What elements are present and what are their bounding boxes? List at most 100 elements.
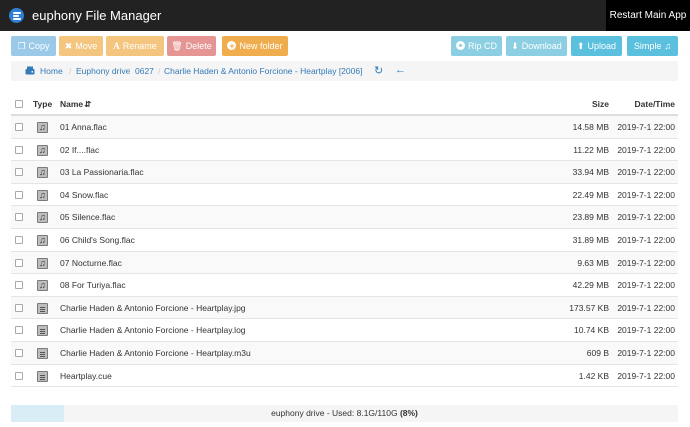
file-name[interactable]: 05 Silence.flac xyxy=(60,206,115,228)
table-row[interactable]: Charlie Haden & Antonio Forcione - Heart… xyxy=(11,296,678,320)
file-date: 2019-7-1 22:00 xyxy=(617,144,675,155)
file-date: 2019-7-1 22:00 xyxy=(617,280,675,291)
file-size: 9.63 MB xyxy=(577,257,609,268)
breadcrumb-current-folder[interactable]: Charlie Haden & Antonio Forcione - Heart… xyxy=(164,61,362,81)
file-date: 2019-7-1 22:00 xyxy=(617,189,675,200)
file-date: 2019-7-1 22:00 xyxy=(617,122,675,132)
select-all-checkbox[interactable] xyxy=(15,100,23,108)
upload-icon: ⬆ xyxy=(576,41,585,51)
music-file-icon xyxy=(37,234,48,246)
row-checkbox[interactable] xyxy=(15,326,23,335)
row-checkbox[interactable] xyxy=(15,123,23,131)
breadcrumb-euphony-drive[interactable]: Euphony drive xyxy=(76,61,130,81)
breadcrumb-separator: / xyxy=(158,66,161,76)
row-checkbox[interactable] xyxy=(15,190,23,199)
file-size: 609 B xyxy=(586,347,609,358)
app-title: euphony File Manager xyxy=(32,8,162,23)
rename-button[interactable]: A Rename xyxy=(106,36,164,56)
file-icon xyxy=(37,325,48,337)
column-header-type: Type xyxy=(33,99,53,109)
rip-cd-button[interactable]: Rip CD xyxy=(451,36,502,56)
euphony-logo-icon xyxy=(9,8,24,23)
music-file-icon xyxy=(37,257,48,269)
file-name[interactable]: 03 La Passionaria.flac xyxy=(60,161,144,183)
row-checkbox[interactable] xyxy=(15,145,23,154)
file-icon xyxy=(37,347,48,359)
drive-usage-bar: euphony drive - Used: 8.1G/110G (8%) xyxy=(11,405,678,422)
plus-circle-icon xyxy=(227,36,237,56)
file-date: 2019-7-1 22:00 xyxy=(617,167,675,178)
table-row[interactable]: Heartplay.cue 1.42 KB 2019-7-1 22:00 xyxy=(11,365,678,388)
simple-label: Simple xyxy=(633,41,662,51)
table-row[interactable]: 03 La Passionaria.flac 33.94 MB 2019-7-1 2… xyxy=(11,161,678,184)
refresh-icon[interactable]: ↻ xyxy=(374,65,383,77)
new-folder-button[interactable]: New folder xyxy=(222,36,288,56)
table-row[interactable]: 04 Snow.flac 22.49 MB 2019-7-1 22:00 xyxy=(11,184,678,207)
delete-button[interactable]: 🗑 Delete xyxy=(167,36,216,56)
file-date: 2019-7-1 22:00 xyxy=(617,347,675,358)
file-date: 2019-7-1 22:00 xyxy=(617,325,675,336)
music-note-icon: ♫ xyxy=(664,41,672,51)
drive-usage-text: euphony drive - Used: 8.1G/110G (8%) xyxy=(11,405,678,422)
column-header-name[interactable]: Name⇵ xyxy=(60,99,91,109)
restart-main-app-button[interactable]: Restart Main App xyxy=(606,0,690,31)
file-name[interactable]: Charlie Haden & Antonio Forcione - Heart… xyxy=(60,342,251,364)
file-size: 11.22 MB xyxy=(573,144,609,155)
file-date: 2019-7-1 22:00 xyxy=(617,370,675,381)
file-name[interactable]: 02 If....flac xyxy=(60,139,99,161)
music-file-icon xyxy=(37,144,48,156)
file-name[interactable]: 01 Anna.flac xyxy=(60,116,107,138)
row-checkbox[interactable] xyxy=(15,258,23,267)
table-row[interactable]: Charlie Haden & Antonio Forcione - Heart… xyxy=(11,341,678,365)
hard-drive-icon xyxy=(25,66,35,75)
row-checkbox[interactable] xyxy=(15,168,23,177)
row-checkbox[interactable] xyxy=(15,281,23,290)
file-size: 10.74 KB xyxy=(574,325,609,336)
table-row[interactable]: 02 If....flac 11.22 MB 2019-7-1 22:00 xyxy=(11,139,678,162)
music-file-icon xyxy=(37,166,48,179)
copy-button[interactable]: ❐ Copy xyxy=(11,36,56,56)
file-size: 31.89 MB xyxy=(572,234,609,245)
file-size: 173.57 KB xyxy=(569,302,609,313)
table-row[interactable]: 05 Silence.flac 23.89 MB 2019-7-1 22:00 xyxy=(11,206,678,229)
file-name[interactable]: 04 Snow.flac xyxy=(60,184,108,206)
breadcrumb-folder-0627[interactable]: 0627 xyxy=(135,61,154,81)
breadcrumb-separator: / xyxy=(69,66,72,76)
table-row[interactable]: Charlie Haden & Antonio Forcione - Heart… xyxy=(11,319,678,342)
file-name[interactable]: Heartplay.cue xyxy=(60,365,112,387)
upload-button[interactable]: ⬆ Upload xyxy=(571,36,622,56)
file-name[interactable]: Charlie Haden & Antonio Forcione - Heart… xyxy=(60,319,246,341)
rip-cd-label: Rip CD xyxy=(467,41,497,51)
row-checkbox[interactable] xyxy=(15,371,23,380)
breadcrumb: Home / Euphony drive / 0627 / Charlie Ha… xyxy=(11,61,678,81)
table-row[interactable]: 08 For Turiya.flac 42.29 MB 2019-7-1 22:00 xyxy=(11,274,678,297)
music-file-icon xyxy=(37,121,48,133)
table-row[interactable]: 06 Child's Song.flac 31.89 MB 2019-7-1 22:… xyxy=(11,229,678,252)
row-checkbox[interactable] xyxy=(15,235,23,244)
rename-icon: A xyxy=(113,41,120,51)
table-row[interactable]: 07 Nocturne.flac 9.63 MB 2019-7-1 22:00 xyxy=(11,251,678,275)
row-checkbox[interactable] xyxy=(15,348,23,357)
move-button[interactable]: ✖ Move xyxy=(59,36,103,56)
top-navbar: euphony File Manager Restart Main App xyxy=(0,0,690,31)
row-checkbox[interactable] xyxy=(15,303,23,312)
download-button[interactable]: ⬇ Download xyxy=(506,36,567,56)
rename-label: Rename xyxy=(122,41,157,51)
drive-usage-label: euphony drive - Used: 8.1G/110G xyxy=(271,408,400,418)
breadcrumb-separator: / xyxy=(128,66,131,76)
row-checkbox[interactable] xyxy=(15,213,23,222)
file-name[interactable]: 06 Child's Song.flac xyxy=(60,229,135,251)
table-header: Type Name⇵ Size Date/Time xyxy=(11,92,678,116)
file-name[interactable]: 07 Nocturne.flac xyxy=(60,252,122,274)
file-size: 22.49 MB xyxy=(572,189,609,200)
file-name[interactable]: Charlie Haden & Antonio Forcione - Heart… xyxy=(60,297,246,319)
table-row[interactable]: 01 Anna.flac 14.58 MB 2019-7-1 22:00 xyxy=(11,116,678,139)
file-icon xyxy=(37,370,48,382)
file-name[interactable]: 08 For Turiya.flac xyxy=(60,274,126,296)
file-date: 2019-7-1 22:00 xyxy=(617,212,675,223)
cd-disc-icon xyxy=(455,41,465,50)
simple-mode-button[interactable]: Simple ♫ xyxy=(627,36,678,56)
copy-icon: ❐ xyxy=(17,41,26,51)
back-arrow-icon[interactable]: ← xyxy=(395,64,406,76)
breadcrumb-home[interactable]: Home xyxy=(40,61,63,81)
